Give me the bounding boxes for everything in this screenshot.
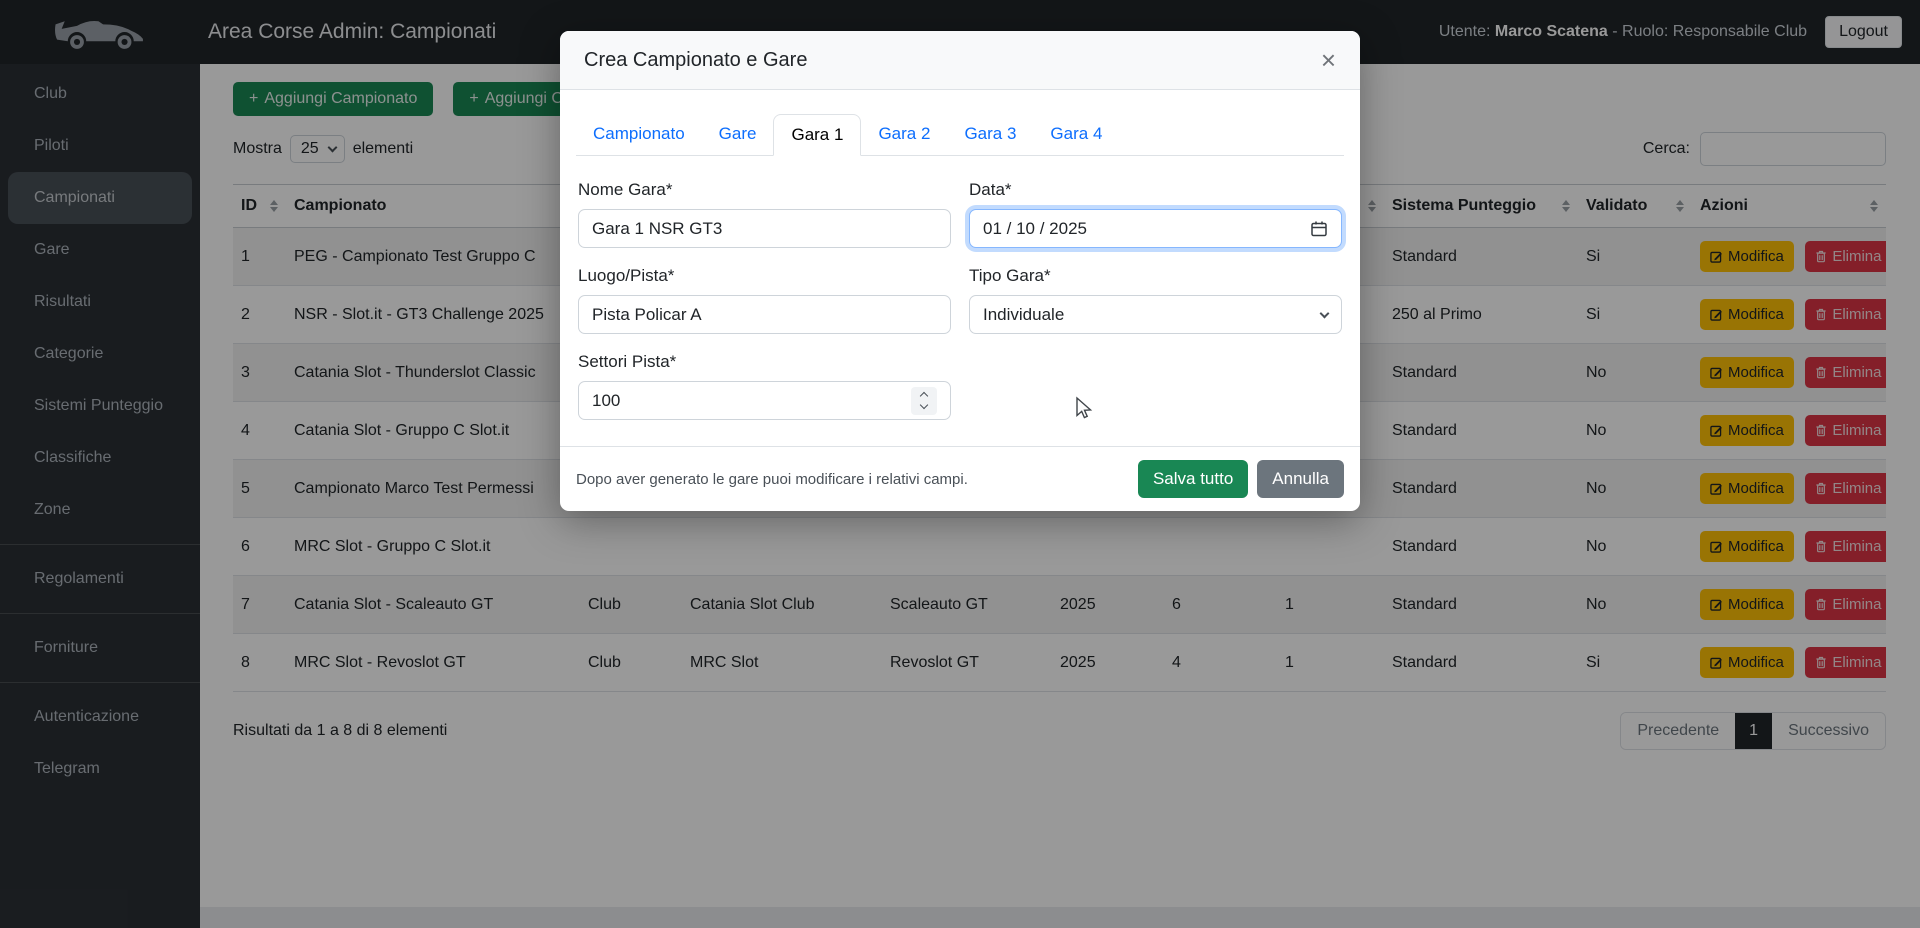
modal-tabs: Campionato Gare Gara 1 Gara 2 Gara 3 Gar… <box>576 114 1344 156</box>
data-input[interactable]: 01 / 10 / 2025 <box>969 209 1342 248</box>
tipo-gara-select[interactable]: Individuale <box>969 295 1342 334</box>
salva-tutto-button[interactable]: Salva tutto <box>1138 460 1248 498</box>
tab-gara-4[interactable]: Gara 4 <box>1033 114 1119 156</box>
settori-pista-stepper[interactable]: 100 <box>578 381 951 420</box>
chevron-down-icon <box>1320 308 1330 318</box>
modal-title: Crea Campionato e Gare <box>584 49 807 72</box>
tab-gara-2[interactable]: Gara 2 <box>861 114 947 156</box>
crea-campionato-modal: Crea Campionato e Gare × Campionato Gare… <box>560 31 1360 511</box>
luogo-pista-input[interactable] <box>578 295 951 334</box>
calendar-icon <box>1310 220 1328 238</box>
modal-body: Campionato Gare Gara 1 Gara 2 Gara 3 Gar… <box>560 90 1360 446</box>
luogo-pista-label: Luogo/Pista* <box>578 266 951 286</box>
nome-gara-input[interactable] <box>578 209 951 248</box>
modal-footer: Dopo aver generato le gare puoi modifica… <box>560 446 1360 511</box>
tipo-gara-label: Tipo Gara* <box>969 266 1342 286</box>
modal-header: Crea Campionato e Gare × <box>560 31 1360 90</box>
tab-campionato[interactable]: Campionato <box>576 114 702 156</box>
number-spinner-icon[interactable] <box>911 387 937 415</box>
tab-gara-1[interactable]: Gara 1 <box>773 114 861 156</box>
footer-note: Dopo aver generato le gare puoi modifica… <box>576 471 968 488</box>
data-label: Data* <box>969 180 1342 200</box>
settori-pista-label: Settori Pista* <box>578 352 951 372</box>
tab-gara-3[interactable]: Gara 3 <box>947 114 1033 156</box>
gara-form: Nome Gara* Data* 01 / 10 / 2025 Luogo/Pi… <box>576 180 1344 438</box>
tab-gare[interactable]: Gare <box>702 114 774 156</box>
annulla-button[interactable]: Annulla <box>1257 460 1344 498</box>
nome-gara-label: Nome Gara* <box>578 180 951 200</box>
close-icon[interactable]: × <box>1321 47 1336 73</box>
